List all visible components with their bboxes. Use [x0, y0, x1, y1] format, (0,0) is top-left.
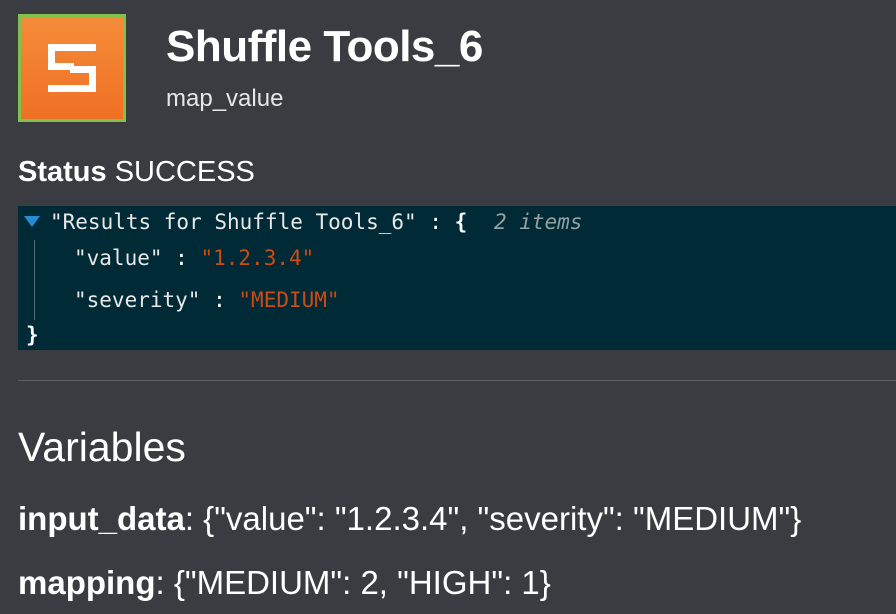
indent-guide [34, 240, 35, 320]
variable-value: {"value": "1.2.3.4", "severity": "MEDIUM… [194, 500, 802, 537]
json-root-line: "Results for Shuffle Tools_6" : { 2 item… [24, 210, 582, 234]
variable-name: input_data [18, 500, 185, 537]
json-key: "value" [74, 246, 163, 270]
shuffle-logo-icon [18, 14, 126, 122]
json-root-key: "Results for Shuffle Tools_6" [50, 210, 417, 234]
status-line: Status SUCCESS [18, 156, 255, 189]
variable-row: mapping: {"MEDIUM": 2, "HIGH": 1} [18, 564, 551, 602]
json-entry: "value" : "1.2.3.4" [74, 246, 314, 270]
json-item-count: 2 items [493, 210, 583, 234]
json-value: "1.2.3.4" [200, 246, 315, 270]
action-name: map_value [166, 85, 284, 112]
json-close-line: } [26, 323, 39, 347]
section-divider [18, 380, 896, 381]
json-separator: : [429, 210, 442, 234]
json-result-viewer: "Results for Shuffle Tools_6" : { 2 item… [18, 206, 896, 350]
variables-heading: Variables [18, 424, 186, 470]
collapse-arrow-icon[interactable] [24, 216, 40, 227]
variable-value: {"MEDIUM": 2, "HIGH": 1} [164, 564, 551, 601]
json-key: "severity" [74, 288, 201, 312]
variable-row: input_data: {"value": "1.2.3.4", "severi… [18, 500, 801, 538]
variable-separator: : [184, 500, 195, 537]
json-value: "MEDIUM" [238, 288, 340, 312]
status-label: Status [18, 156, 107, 188]
json-separator: : [213, 288, 226, 312]
json-entry: "severity" : "MEDIUM" [74, 288, 340, 312]
variable-name: mapping [18, 564, 156, 601]
json-close-brace: } [26, 323, 39, 347]
app-title: Shuffle Tools_6 [166, 22, 483, 71]
execution-header: Shuffle Tools_6 map_value [18, 14, 878, 122]
status-value: SUCCESS [114, 156, 255, 188]
json-open-brace: { [454, 210, 468, 234]
json-separator: : [175, 246, 188, 270]
variable-separator: : [155, 564, 165, 601]
